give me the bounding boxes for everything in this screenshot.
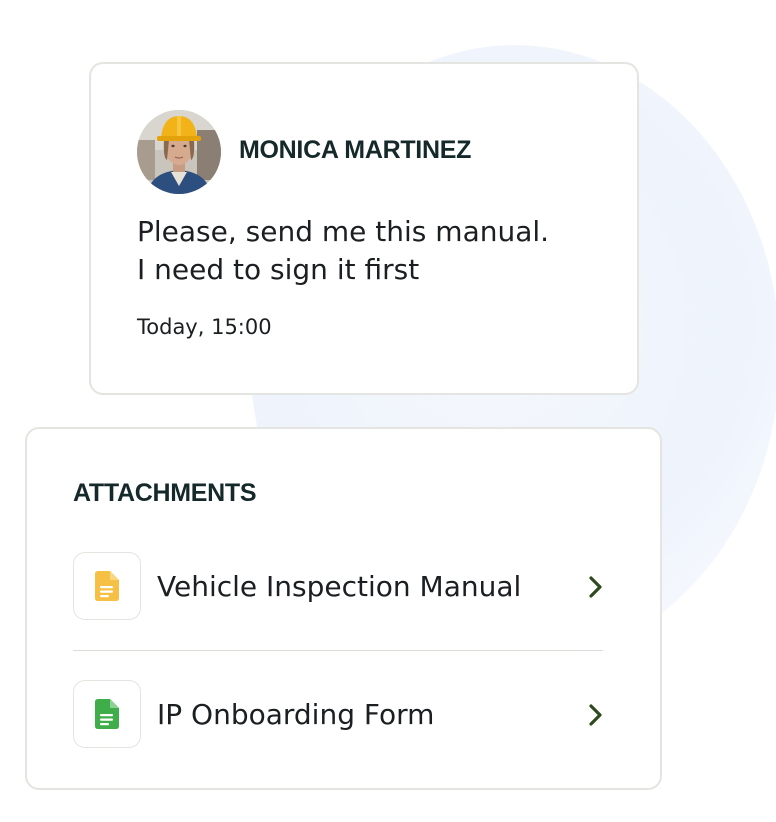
attachment-label: Vehicle Inspection Manual	[157, 570, 522, 603]
divider	[73, 650, 603, 651]
document-icon	[95, 699, 119, 729]
attachment-item-ip-onboarding-form[interactable]: IP Onboarding Form	[73, 680, 603, 750]
attachment-label: IP Onboarding Form	[157, 698, 435, 731]
message-card: MONICA MARTINEZ Please, send me this man…	[89, 62, 639, 395]
author-name: MONICA MARTINEZ	[239, 136, 472, 164]
message-line-1: Please, send me this manual.	[137, 215, 550, 248]
document-icon	[95, 571, 119, 601]
chevron-right-icon[interactable]	[585, 573, 607, 601]
file-tile	[73, 552, 141, 620]
file-tile	[73, 680, 141, 748]
attachments-title: ATTACHMENTS	[73, 479, 257, 507]
avatar-photo	[137, 110, 221, 194]
message-timestamp: Today, 15:00	[137, 315, 272, 339]
avatar	[137, 110, 221, 194]
message-text: Please, send me this manual. I need to s…	[137, 213, 607, 289]
chevron-right-icon[interactable]	[585, 701, 607, 729]
message-line-2: I need to sign it first	[137, 253, 420, 286]
attachments-card: ATTACHMENTS Vehicle Inspection Manual IP…	[25, 427, 662, 790]
attachment-item-vehicle-inspection-manual[interactable]: Vehicle Inspection Manual	[73, 552, 603, 622]
